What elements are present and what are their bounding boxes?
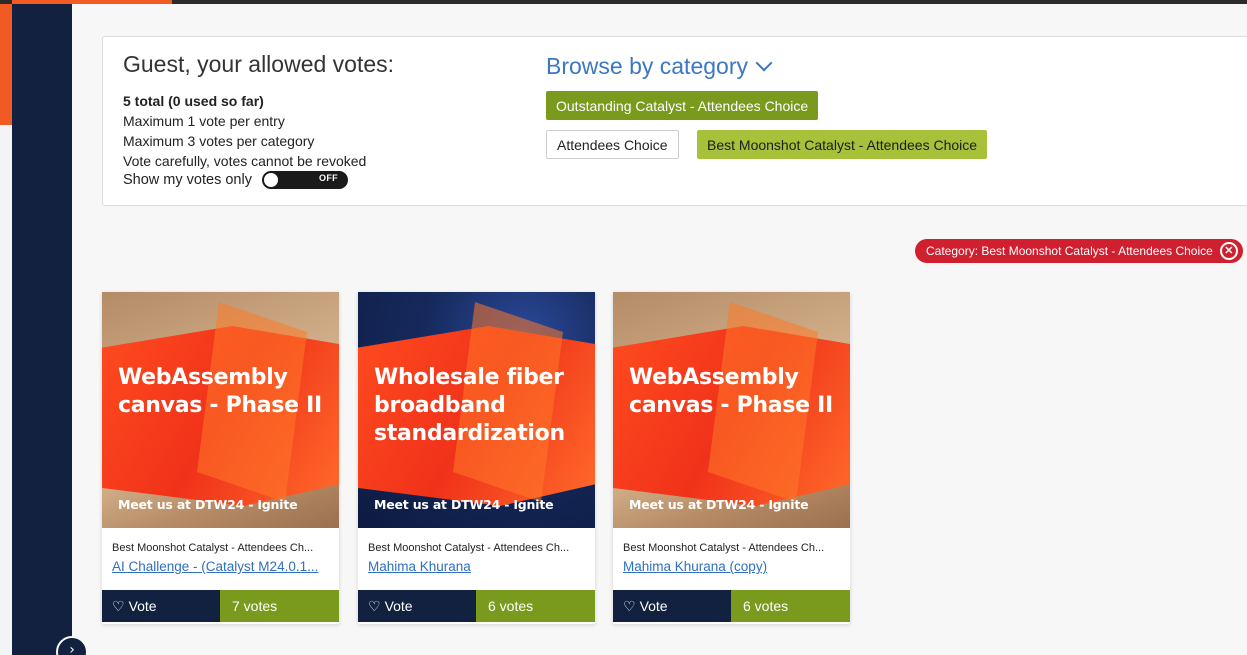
toggle-knob [263, 173, 278, 187]
card-actions: ♡ Vote 7 votes [102, 590, 339, 622]
side-rail [12, 4, 72, 655]
category-chip-moonshot[interactable]: Best Moonshot Catalyst - Attendees Choic… [697, 130, 988, 159]
thumbnail-headline: Wholesale fiber broadband standardizatio… [374, 365, 565, 446]
toggle-state: OFF [319, 173, 338, 183]
vote-button-label: Vote [128, 598, 157, 614]
vote-button-label: Vote [384, 598, 413, 614]
vote-rule: Vote carefully, votes cannot be revoked [123, 153, 367, 169]
voting-page: › Guest, your allowed votes: 5 total (0 … [0, 0, 1247, 655]
entry-thumbnail[interactable]: WebAssembly canvas - Phase II Meet us at… [102, 292, 339, 528]
filter-label: Category: Best Moonshot Catalyst - Atten… [926, 244, 1213, 258]
chevron-right-icon: › [69, 642, 75, 655]
vote-count: 6 votes [731, 590, 850, 622]
votes-total: 5 total (0 used so far) [123, 93, 264, 109]
thumbnail-tagline: Meet us at DTW24 - Ignite [629, 497, 809, 512]
show-my-votes-label: Show my votes only [123, 172, 252, 188]
card-category: Best Moonshot Catalyst - Attendees Ch... [623, 542, 825, 554]
card-category: Best Moonshot Catalyst - Attendees Ch... [368, 542, 570, 554]
chevron-down-icon [755, 54, 773, 71]
vote-button[interactable]: ♡ Vote [613, 590, 731, 622]
card-actions: ♡ Vote 6 votes [613, 590, 850, 622]
heart-icon: ♡ [623, 597, 636, 614]
card-body: Best Moonshot Catalyst - Attendees Ch...… [613, 528, 850, 590]
entry-card: WebAssembly canvas - Phase II Meet us at… [613, 292, 850, 624]
entry-title-link[interactable]: Mahima Khurana [368, 559, 585, 574]
vote-button-label: Vote [639, 598, 668, 614]
show-my-votes-row: Show my votes only OFF [123, 171, 348, 189]
heart-icon: ♡ [368, 597, 381, 614]
category-chip-outstanding[interactable]: Outstanding Catalyst - Attendees Choice [546, 91, 819, 120]
entry-title-link[interactable]: Mahima Khurana (copy) [623, 559, 840, 574]
entry-title-link[interactable]: AI Challenge - (Catalyst M24.0.1... [112, 559, 329, 574]
card-actions: ♡ Vote 6 votes [358, 590, 595, 622]
card-body: Best Moonshot Catalyst - Attendees Ch...… [358, 528, 595, 590]
card-body: Best Moonshot Catalyst - Attendees Ch...… [102, 528, 339, 590]
votes-panel: Guest, your allowed votes: 5 total (0 us… [102, 36, 1247, 206]
thumbnail-tagline: Meet us at DTW24 - Ignite [374, 497, 554, 512]
top-bar [0, 0, 1247, 4]
entry-thumbnail[interactable]: WebAssembly canvas - Phase II Meet us at… [613, 292, 850, 528]
votes-rules: 5 total (0 used so far) Maximum 1 vote p… [123, 91, 366, 171]
thumbnail-headline: WebAssembly canvas - Phase II [118, 365, 322, 418]
vote-button[interactable]: ♡ Vote [358, 590, 476, 622]
entry-card: WebAssembly canvas - Phase II Meet us at… [102, 292, 339, 624]
card-category: Best Moonshot Catalyst - Attendees Ch... [112, 542, 314, 554]
thumbnail-tagline: Meet us at DTW24 - Ignite [118, 497, 298, 512]
active-filter-tag: Category: Best Moonshot Catalyst - Atten… [915, 239, 1243, 263]
vote-count: 7 votes [220, 590, 339, 622]
vote-count: 6 votes [476, 590, 595, 622]
expand-sidebar-button[interactable]: › [56, 636, 88, 655]
show-my-votes-toggle[interactable]: OFF [261, 171, 348, 189]
category-chip-attendees[interactable]: Attendees Choice [546, 130, 679, 159]
heart-icon: ♡ [112, 597, 125, 614]
entry-card: Wholesale fiber broadband standardizatio… [358, 292, 595, 624]
entry-thumbnail[interactable]: Wholesale fiber broadband standardizatio… [358, 292, 595, 528]
brand-logo-fragment [0, 0, 12, 125]
thumbnail-headline: WebAssembly canvas - Phase II [629, 365, 833, 418]
vote-rule: Maximum 3 votes per category [123, 133, 315, 149]
vote-button[interactable]: ♡ Vote [102, 590, 220, 622]
vote-rule: Maximum 1 vote per entry [123, 113, 285, 129]
browse-by-category-dropdown[interactable]: Browse by category [546, 53, 773, 80]
close-icon[interactable]: ✕ [1219, 242, 1238, 260]
panel-title: Guest, your allowed votes: [123, 51, 395, 77]
browse-label: Browse by category [546, 53, 748, 79]
